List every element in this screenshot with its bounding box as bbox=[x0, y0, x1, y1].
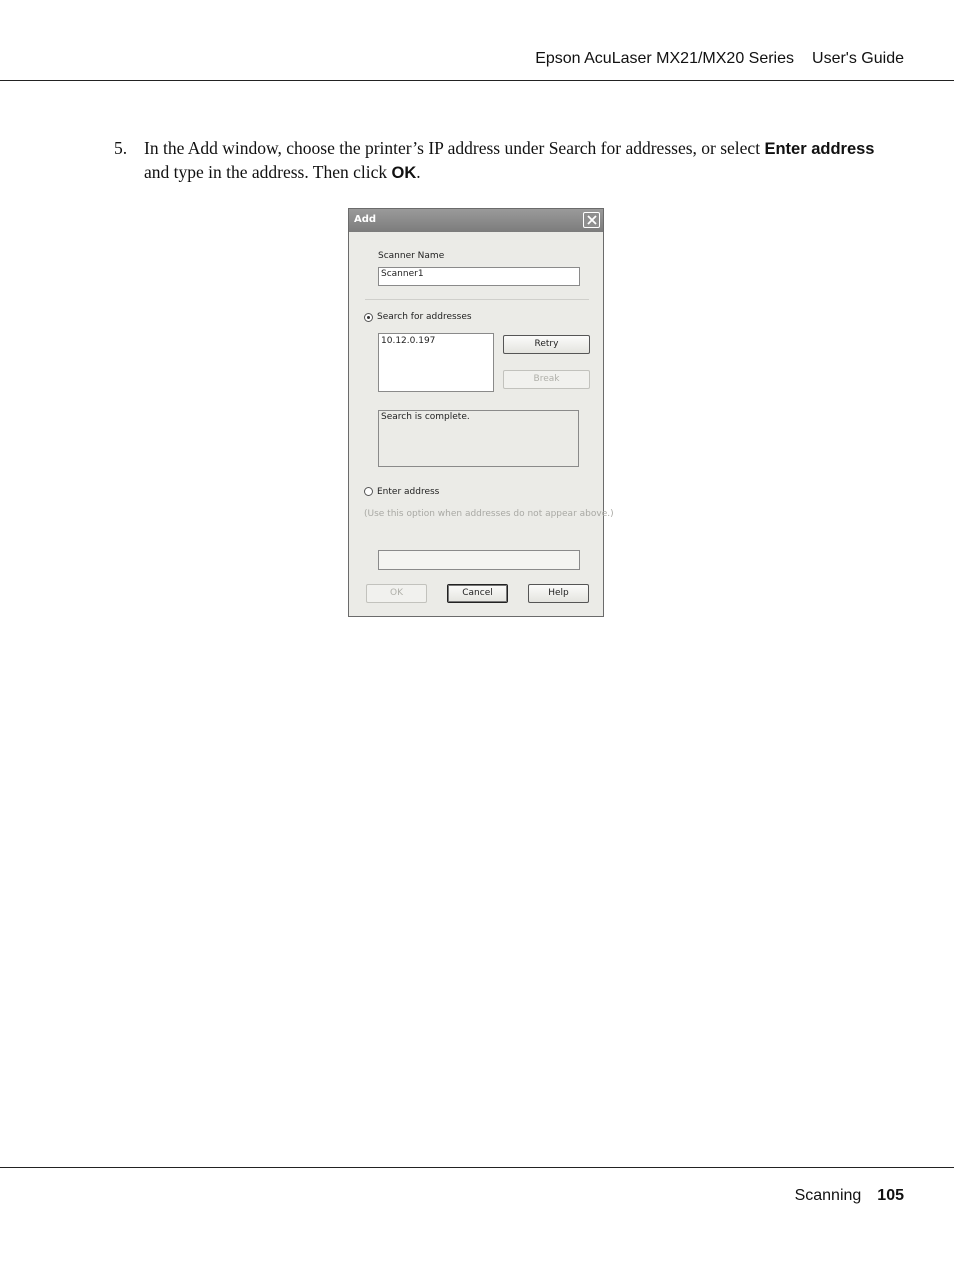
footer-rule bbox=[0, 1167, 954, 1168]
search-status-box: Search is complete. bbox=[378, 410, 579, 467]
step-5: 5. In the Add window, choose the printer… bbox=[114, 137, 884, 185]
step-text-middle: and type in the address. Then click bbox=[144, 162, 392, 182]
add-dialog: Add Scanner Name Scanner1 Search for add… bbox=[348, 208, 614, 617]
step-text-after: . bbox=[416, 162, 421, 182]
enter-address-label[interactable]: Enter address bbox=[377, 487, 439, 497]
step-bold-ok: OK bbox=[391, 164, 417, 182]
scanner-name-input[interactable]: Scanner1 bbox=[378, 267, 580, 286]
scanner-name-label: Scanner Name bbox=[378, 251, 445, 261]
header-product: Epson AcuLaser MX21/MX20 Series bbox=[535, 50, 795, 67]
step-number: 5. bbox=[114, 138, 128, 158]
separator bbox=[365, 299, 589, 300]
enter-address-hint: (Use this option when addresses do not a… bbox=[364, 509, 614, 519]
dialog-title: Add bbox=[354, 214, 377, 225]
retry-button[interactable]: Retry bbox=[503, 335, 590, 354]
address-listbox[interactable]: 10.12.0.197 bbox=[378, 333, 494, 392]
header-guide: User's Guide bbox=[812, 50, 904, 67]
dialog-titlebar[interactable]: Add bbox=[349, 209, 603, 232]
address-list-item[interactable]: 10.12.0.197 bbox=[381, 336, 491, 346]
close-button[interactable] bbox=[583, 212, 600, 228]
step-text-before: In the Add window, choose the printer’s … bbox=[144, 138, 765, 158]
running-header: Epson AcuLaser MX21/MX20 Series User's Gu… bbox=[535, 50, 904, 68]
cancel-button[interactable]: Cancel bbox=[447, 584, 508, 603]
enter-address-radio[interactable] bbox=[364, 487, 373, 496]
close-icon bbox=[587, 215, 597, 225]
help-button[interactable]: Help bbox=[528, 584, 589, 603]
search-status-text: Search is complete. bbox=[381, 412, 470, 422]
page-number: 105 bbox=[877, 1187, 904, 1204]
running-footer: Scanning 105 bbox=[795, 1187, 904, 1205]
search-addresses-radio[interactable] bbox=[364, 313, 373, 322]
break-button[interactable]: Break bbox=[503, 370, 590, 389]
enter-address-input[interactable] bbox=[378, 550, 580, 570]
step-bold-enter-address: Enter address bbox=[764, 140, 875, 158]
header-rule bbox=[0, 80, 954, 81]
footer-section: Scanning bbox=[794, 1187, 862, 1204]
ok-button[interactable]: OK bbox=[366, 584, 427, 603]
step-text: In the Add window, choose the printer’s … bbox=[144, 137, 884, 185]
search-addresses-label[interactable]: Search for addresses bbox=[377, 312, 472, 322]
